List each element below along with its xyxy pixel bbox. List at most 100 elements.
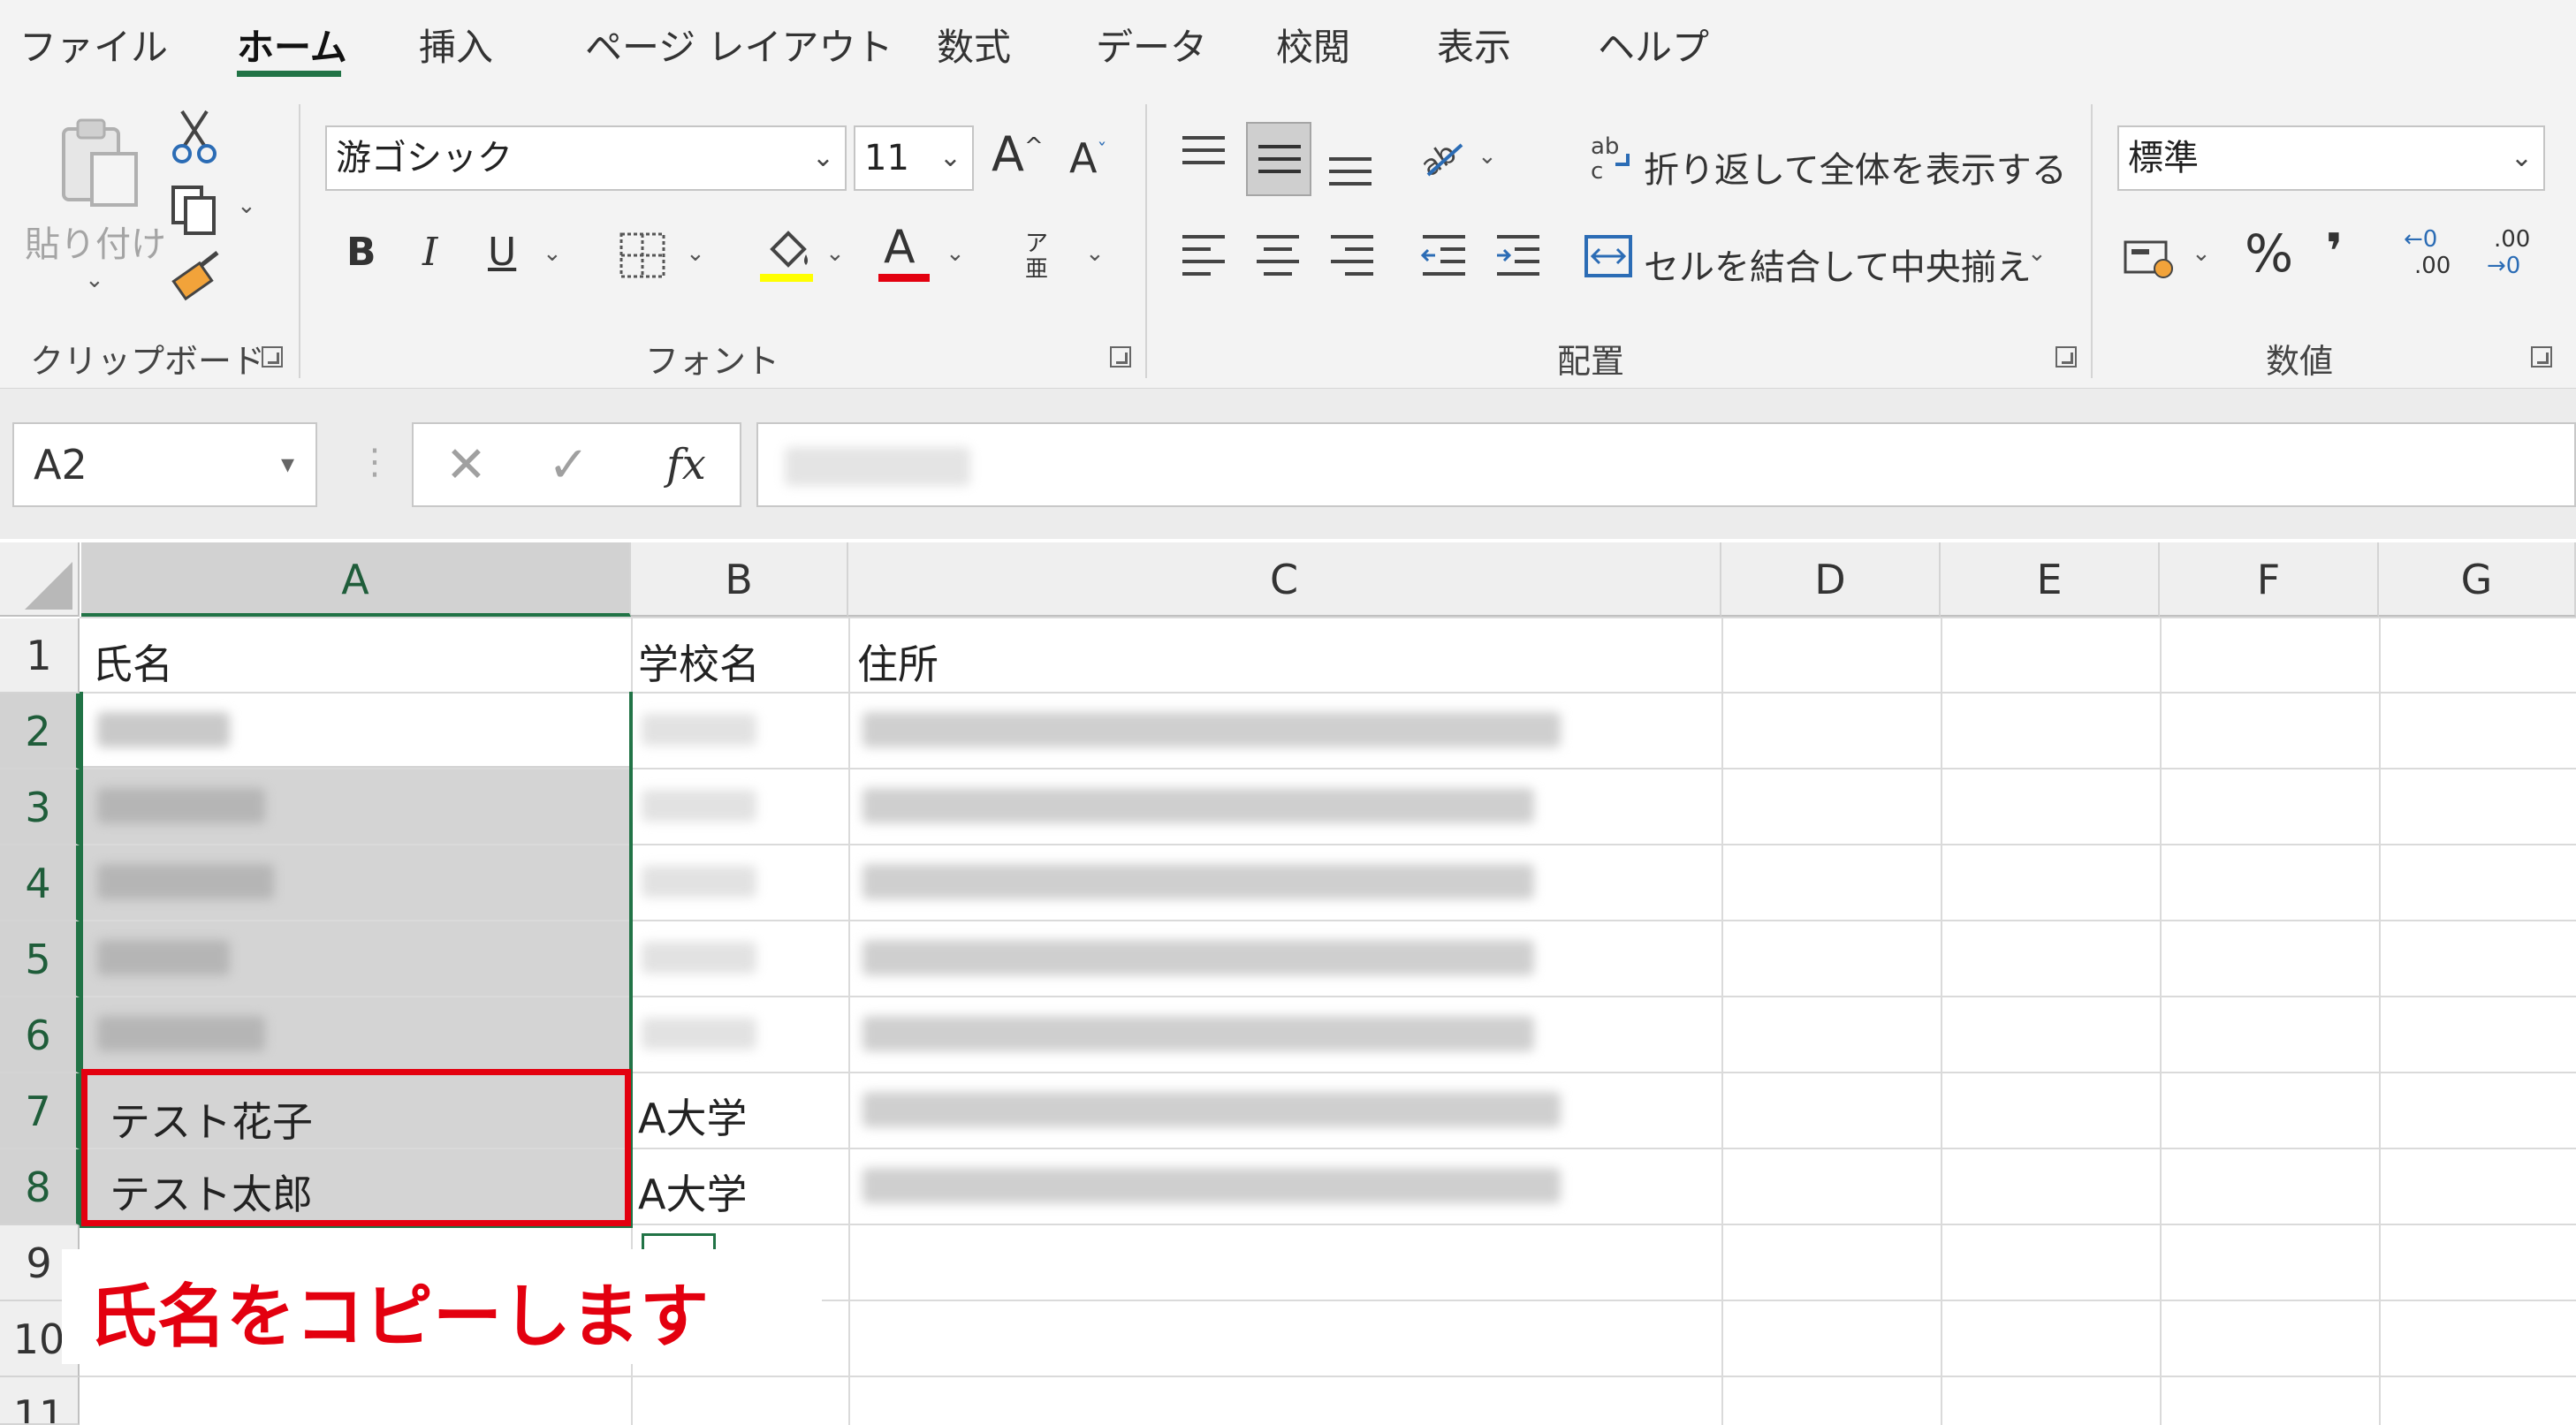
row-header-11[interactable]: 11 <box>0 1377 80 1425</box>
formula-input[interactable] <box>756 422 2576 507</box>
decrease-indent-icon[interactable] <box>1419 231 1469 281</box>
clipboard-launcher-icon[interactable] <box>262 346 283 368</box>
annotation-caption: 氏名をコピーします <box>88 1277 710 1357</box>
underline-dropdown-icon[interactable]: ⌄ <box>543 240 562 267</box>
chevron-down-icon: ⌄ <box>938 142 961 173</box>
font-color-icon[interactable]: A <box>884 224 916 270</box>
group-divider <box>1145 104 1147 378</box>
number-format-combo[interactable]: 標準 ⌄ <box>2117 125 2545 191</box>
cancel-icon[interactable]: ✕ <box>445 436 487 494</box>
paste-button[interactable]: 貼り付け ⌄ <box>23 110 166 313</box>
tab-data[interactable]: データ <box>1096 18 1207 72</box>
cell-b1[interactable]: 学校名 <box>638 633 760 691</box>
copy-dropdown-icon[interactable]: ⌄ <box>237 193 256 219</box>
align-left-icon[interactable] <box>1179 231 1228 281</box>
redacted-cell-a6 <box>97 1016 265 1051</box>
tab-file[interactable]: ファイル <box>19 18 168 72</box>
cell-c1[interactable]: 住所 <box>857 633 938 691</box>
insert-function-icon[interactable]: fx <box>666 440 706 489</box>
col-gridline <box>1721 618 1723 1425</box>
align-bottom-icon[interactable] <box>1326 147 1375 191</box>
redacted-cell-c2 <box>862 712 1561 747</box>
column-header-d[interactable]: D <box>1721 542 1941 617</box>
shrink-font-icon[interactable]: Aˇ <box>1069 138 1106 178</box>
tab-formulas[interactable]: 数式 <box>937 18 1011 72</box>
row-header-8[interactable]: 8 <box>0 1149 80 1225</box>
increase-decimal-button[interactable]: ←0 .00 <box>2404 228 2466 290</box>
column-header-e[interactable]: E <box>1941 542 2160 617</box>
orientation-dropdown-icon[interactable]: ⌄ <box>1478 143 1497 170</box>
redacted-cell-c3 <box>862 788 1534 823</box>
number-launcher-icon[interactable] <box>2531 346 2552 368</box>
row-header-6[interactable]: 6 <box>0 997 80 1073</box>
svg-text:ab: ab <box>1591 133 1619 160</box>
font-color-dropdown-icon[interactable]: ⌄ <box>946 240 965 267</box>
wrap-text-label[interactable]: 折り返して全体を表示する <box>1644 141 2067 193</box>
merge-center-label[interactable]: セルを結合して中央揃え <box>1644 239 2032 290</box>
phonetic-icon[interactable]: ア亜 <box>1025 231 1052 282</box>
group-divider <box>2091 104 2093 378</box>
grow-font-icon[interactable]: A^ <box>992 131 1044 178</box>
bold-button[interactable]: B <box>346 233 376 272</box>
column-header-b[interactable]: B <box>631 542 848 617</box>
name-box[interactable]: A2 ▾ <box>12 422 317 507</box>
italic-button[interactable]: I <box>422 233 437 272</box>
row-header-4[interactable]: 4 <box>0 845 80 921</box>
align-center-icon[interactable] <box>1253 231 1303 281</box>
row-header-3[interactable]: 3 <box>0 769 80 845</box>
row-header-1[interactable]: 1 <box>0 618 80 694</box>
active-tab-indicator <box>237 71 341 77</box>
increase-indent-icon[interactable] <box>1493 231 1543 281</box>
tab-review[interactable]: 校閲 <box>1276 18 1350 72</box>
tab-home[interactable]: ホーム <box>237 18 347 72</box>
wrap-text-icon[interactable]: ab c <box>1589 133 1637 182</box>
align-right-icon[interactable] <box>1327 231 1377 281</box>
font-size-combo[interactable]: 11 ⌄ <box>854 125 974 191</box>
enter-icon[interactable]: ✓ <box>548 436 589 494</box>
col-gridline <box>2160 618 2162 1425</box>
merge-dropdown-icon[interactable]: ⌄ <box>2027 240 2047 267</box>
borders-dropdown-icon[interactable]: ⌄ <box>686 240 705 267</box>
font-launcher-icon[interactable] <box>1110 346 1131 368</box>
fill-color-dropdown-icon[interactable]: ⌄ <box>825 240 845 267</box>
fill-color-icon[interactable] <box>765 228 813 272</box>
phonetic-dropdown-icon[interactable]: ⌄ <box>1085 240 1105 267</box>
underline-button[interactable]: U <box>488 233 516 272</box>
column-header-c[interactable]: C <box>848 542 1721 617</box>
accounting-format-icon[interactable] <box>2123 233 2174 283</box>
row-header-7[interactable]: 7 <box>0 1073 80 1149</box>
tab-help[interactable]: ヘルプ <box>1598 18 1709 72</box>
borders-icon[interactable] <box>619 231 666 279</box>
merge-center-icon[interactable] <box>1584 231 1633 281</box>
redacted-cell-a2 <box>97 712 230 747</box>
row-header-5[interactable]: 5 <box>0 921 80 997</box>
cell-a1[interactable]: 氏名 <box>92 633 173 691</box>
select-all-button[interactable] <box>0 542 80 617</box>
decrease-decimal-bottom-text: →0 <box>2487 253 2521 279</box>
tab-insert[interactable]: 挿入 <box>419 18 493 72</box>
copy-icon[interactable] <box>168 184 221 237</box>
cell-b7[interactable]: A大学 <box>638 1087 747 1145</box>
column-header-g[interactable]: G <box>2379 542 2576 617</box>
accounting-dropdown-icon[interactable]: ⌄ <box>2192 240 2211 267</box>
align-top-icon[interactable] <box>1179 133 1228 177</box>
column-header-a[interactable]: A <box>81 542 631 617</box>
tab-view[interactable]: 表示 <box>1437 18 1511 72</box>
alignment-launcher-icon[interactable] <box>2055 346 2077 368</box>
cell-b8[interactable]: A大学 <box>638 1163 747 1221</box>
percent-style-button[interactable]: % <box>2245 228 2293 279</box>
svg-text:ab: ab <box>1416 135 1463 182</box>
align-middle-icon <box>1258 145 1301 173</box>
tab-page-layout[interactable]: ページ レイアウト <box>585 18 893 72</box>
formula-bar-grip-icon[interactable]: ⋮ <box>357 442 392 482</box>
orientation-icon[interactable]: ab <box>1416 133 1469 182</box>
svg-text:c: c <box>1591 158 1603 182</box>
format-painter-icon[interactable] <box>168 249 224 306</box>
decrease-decimal-button[interactable]: .00 →0 <box>2487 228 2549 290</box>
font-color-bar <box>878 274 930 282</box>
row-header-2[interactable]: 2 <box>0 694 80 769</box>
column-header-f[interactable]: F <box>2160 542 2379 617</box>
comma-style-button[interactable]: ❜ <box>2326 228 2343 277</box>
cut-icon[interactable] <box>170 108 219 166</box>
font-name-combo[interactable]: 游ゴシック ⌄ <box>325 125 847 191</box>
